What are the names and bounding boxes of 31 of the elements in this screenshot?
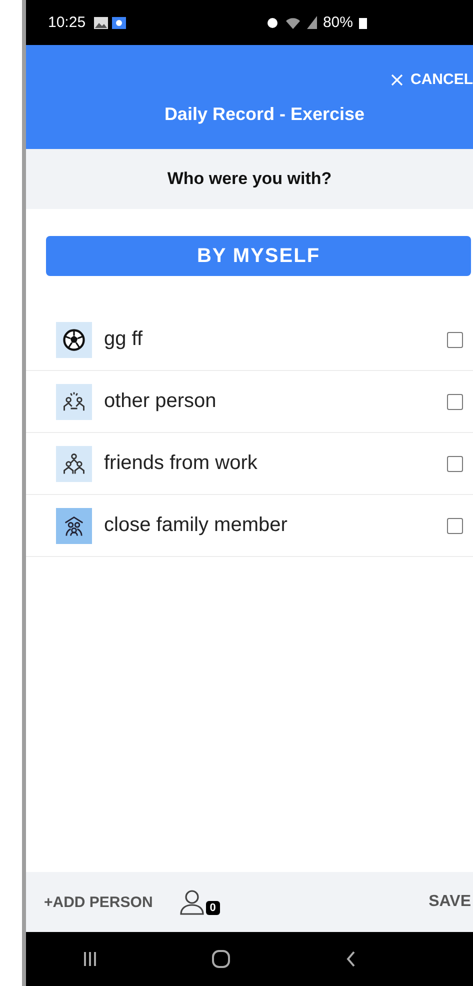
recent-apps-icon[interactable] bbox=[83, 951, 98, 967]
battery-level: 80% bbox=[322, 14, 353, 31]
people-icon bbox=[56, 446, 92, 482]
person-label: other person bbox=[104, 390, 218, 413]
close-icon bbox=[390, 74, 402, 86]
people-icon bbox=[56, 508, 92, 544]
wifi-icon bbox=[284, 16, 301, 29]
back-icon[interactable] bbox=[346, 951, 356, 967]
add-person-button[interactable]: +ADD PERSON bbox=[40, 890, 157, 914]
person-label: friends from work bbox=[104, 452, 258, 475]
person-label: close family member bbox=[104, 514, 288, 537]
battery-icon bbox=[359, 16, 367, 28]
alarm-icon bbox=[266, 16, 279, 29]
signal-icon bbox=[306, 16, 317, 29]
people-icon bbox=[56, 384, 92, 420]
cancel-button[interactable]: CANCEL bbox=[386, 67, 473, 92]
person-label: gg ff bbox=[104, 328, 144, 351]
by-myself-button[interactable]: BY MYSELF bbox=[46, 236, 471, 276]
checkbox[interactable] bbox=[447, 456, 463, 472]
screen-title: Daily Record - Exercise bbox=[164, 104, 365, 125]
person-icon bbox=[178, 889, 205, 915]
home-icon[interactable] bbox=[211, 949, 232, 969]
checkbox[interactable] bbox=[447, 332, 463, 348]
checkbox[interactable] bbox=[447, 518, 463, 534]
clock: 10:25 bbox=[48, 14, 86, 31]
person-count-badge: 0 bbox=[206, 901, 220, 915]
image-icon bbox=[94, 16, 108, 28]
checkbox[interactable] bbox=[447, 394, 463, 410]
save-button[interactable]: SAVE bbox=[426, 889, 473, 915]
app-icon bbox=[112, 16, 126, 28]
question-text: Who were you with? bbox=[167, 169, 332, 189]
